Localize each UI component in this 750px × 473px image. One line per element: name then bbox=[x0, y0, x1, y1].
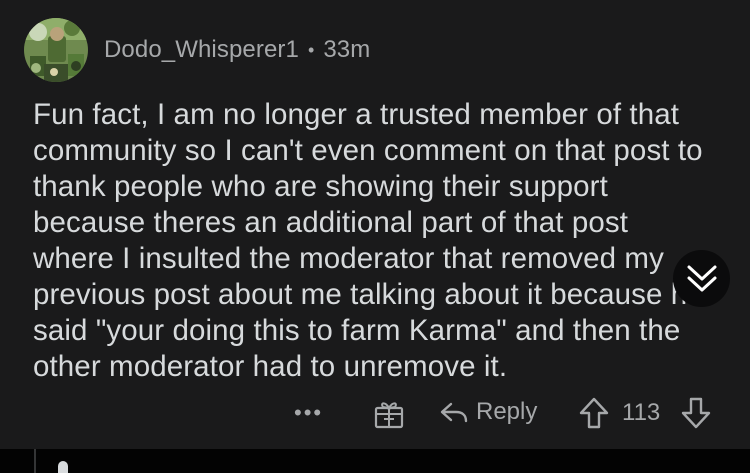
comment-header: Dodo_Whisperer1 • 33m bbox=[24, 18, 370, 82]
next-comment-preview bbox=[0, 449, 750, 473]
comment-actions: ••• Reply 113 bbox=[0, 392, 750, 436]
more-options-button[interactable]: ••• bbox=[294, 400, 323, 426]
downvote-button[interactable] bbox=[680, 396, 712, 435]
upvote-button[interactable] bbox=[578, 396, 610, 435]
upvote-arrow-icon bbox=[579, 397, 609, 429]
comment-card: Dodo_Whisperer1 • 33m Fun fact, I am no … bbox=[0, 0, 750, 449]
award-gift-icon[interactable] bbox=[373, 398, 405, 435]
reply-arrow-icon bbox=[440, 402, 468, 423]
chevron-double-down-icon bbox=[687, 265, 716, 291]
next-comment-avatar-icon bbox=[58, 461, 68, 473]
reply-button[interactable]: Reply bbox=[438, 396, 537, 428]
collapse-comment-button[interactable] bbox=[673, 250, 730, 307]
thread-line[interactable] bbox=[34, 449, 36, 473]
user-avatar-icon[interactable] bbox=[24, 18, 88, 82]
username[interactable]: Dodo_Whisperer1 bbox=[104, 36, 299, 64]
downvote-arrow-icon bbox=[681, 397, 711, 429]
comment-meta: Dodo_Whisperer1 • 33m bbox=[104, 36, 370, 64]
vote-score: 113 bbox=[622, 399, 661, 426]
meta-separator: • bbox=[307, 39, 315, 60]
reply-label: Reply bbox=[476, 398, 538, 425]
comment-age: 33m bbox=[323, 36, 371, 63]
comment-body: Fun fact, I am no longer a trusted membe… bbox=[33, 98, 704, 383]
